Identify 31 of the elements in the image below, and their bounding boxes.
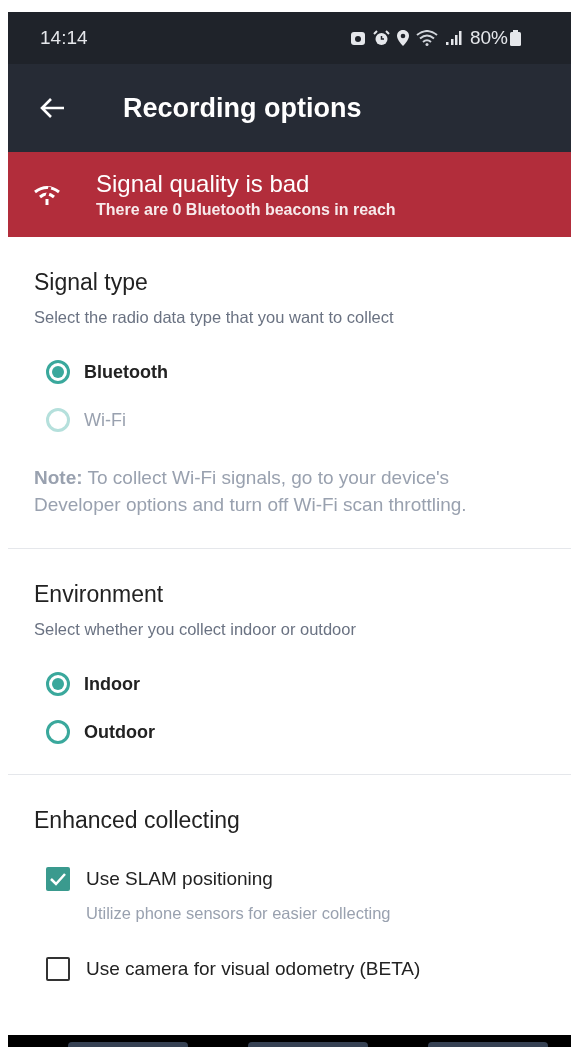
notification-icon: [349, 30, 366, 46]
radio-button[interactable]: [46, 671, 70, 696]
location-icon: [396, 30, 409, 46]
battery-percentage: 80%: [469, 25, 508, 50]
wifi-off-icon: [33, 183, 61, 206]
signal-icon: [444, 30, 463, 46]
radio-button[interactable]: [46, 719, 70, 744]
section-title: Environment: [34, 579, 164, 609]
section-subtitle: Select the radio data type that you want to collect: [34, 307, 394, 328]
alarm-icon: [372, 30, 390, 46]
radio-label: Indoor: [84, 672, 140, 696]
radio-label: Wi-Fi: [84, 408, 126, 432]
radio-button[interactable]: [46, 359, 70, 384]
screen-title: Recording options: [123, 91, 362, 125]
note-text: Note: To collect Wi-Fi signals, go to your device's Developer options and turn off Wi-Fi scan throttling.: [34, 465, 468, 517]
checkbox-label: Use SLAM positioning: [86, 866, 273, 891]
check-icon: [49, 871, 67, 886]
checkbox-label: Use camera for visual odometry (BETA): [86, 957, 421, 982]
checkbox[interactable]: [46, 957, 70, 982]
banner-message: There are 0 Bluetooth beacons in reach: [96, 199, 396, 220]
checkbox-description: Utilize phone sensors for easier collecting: [86, 902, 391, 924]
section-title: Signal type: [34, 268, 148, 297]
battery-icon: [510, 30, 521, 46]
banner-title: Signal quality is bad: [96, 168, 311, 199]
radio-label: Outdoor: [84, 720, 155, 744]
checkbox[interactable]: [46, 866, 70, 891]
status-time: 14:14: [40, 25, 88, 50]
radio-label: Bluetooth: [84, 360, 168, 384]
section-subtitle: Select whether you collect indoor or outdoor: [34, 618, 356, 640]
wifi-icon: [415, 30, 438, 46]
section-title: Enhanced collecting: [34, 805, 240, 835]
